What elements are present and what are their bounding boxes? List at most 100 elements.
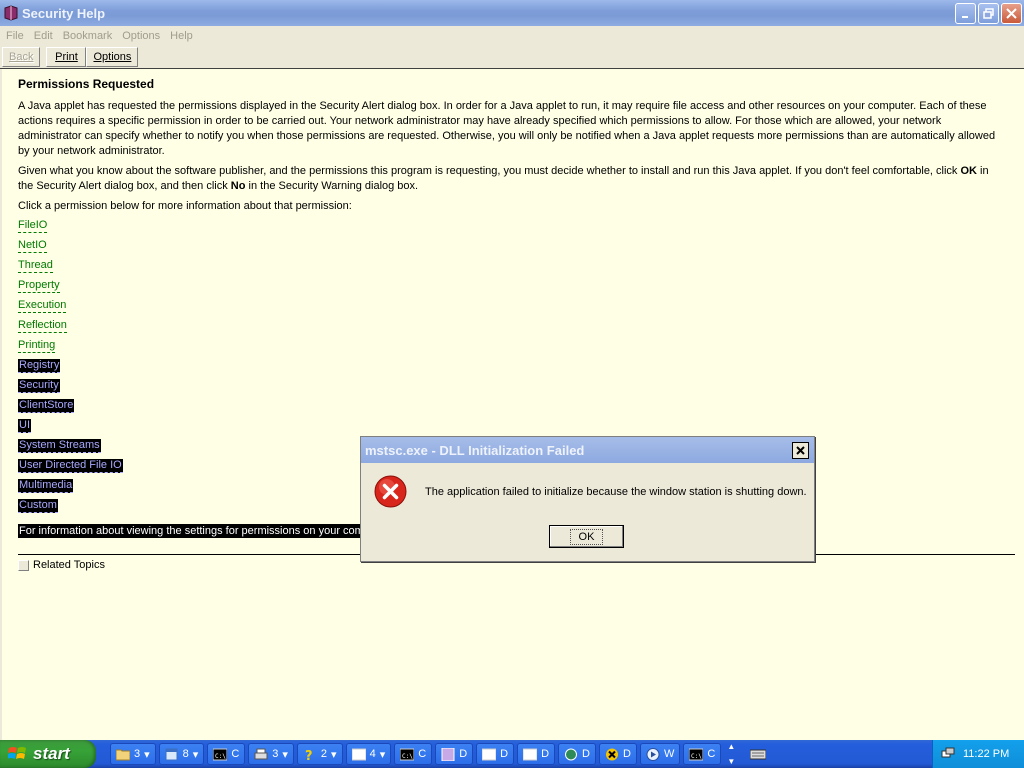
task-help[interactable]: ? 2 ▾ — [296, 743, 343, 765]
ok-emphasis: OK — [960, 165, 978, 177]
decision-text-3: in the Security Warning dialog box. — [245, 180, 419, 192]
decision-text-1: Given what you know about the software p… — [18, 165, 961, 177]
taskbar-scroll[interactable]: ▲ ▼ — [723, 742, 739, 766]
start-button[interactable]: start — [0, 740, 96, 768]
task-label: C — [418, 748, 427, 760]
link-clientstore[interactable]: ClientStore — [18, 399, 75, 413]
close-icon — [1006, 7, 1017, 19]
link-thread[interactable]: Thread — [18, 259, 53, 273]
link-security[interactable]: Security — [18, 379, 60, 393]
dialog-title: mstsc.exe - DLL Initialization Failed — [365, 442, 585, 458]
restore-button[interactable] — [978, 2, 999, 24]
svg-text:C:\: C:\ — [402, 753, 413, 760]
system-tray: 11:22 PM — [932, 740, 1024, 768]
task-ie[interactable]: 8 ▾ — [158, 743, 205, 765]
folder-icon — [116, 749, 130, 760]
scroll-up-icon: ▲ — [727, 742, 736, 751]
task-printer[interactable]: 3 ▾ — [248, 743, 294, 765]
link-system-streams[interactable]: System Streams — [18, 439, 101, 453]
back-button[interactable]: Back — [2, 46, 41, 67]
dialog-close-button[interactable] — [792, 441, 809, 459]
task-window[interactable]: D — [476, 743, 515, 765]
task-arrow-icon: ▾ — [192, 748, 199, 761]
link-property[interactable]: Property — [18, 279, 60, 293]
app-icon — [441, 747, 455, 761]
instruction-paragraph: Click a permission below for more inform… — [18, 200, 352, 212]
task-arrow-icon: ▾ — [331, 748, 337, 761]
task-x-app[interactable]: D — [599, 743, 637, 765]
task-label: 8 — [182, 748, 189, 760]
cmd-icon: C:\ — [400, 748, 415, 760]
ok-button[interactable]: OK — [549, 525, 624, 548]
restore-icon — [983, 7, 994, 19]
window-icon — [482, 748, 497, 760]
windows-logo-icon — [8, 747, 26, 759]
task-label: C — [707, 748, 716, 760]
title-bar: Security Help — [0, 0, 1024, 26]
printer-icon — [254, 748, 268, 759]
task-label: D — [500, 748, 509, 760]
close-button[interactable] — [1001, 2, 1022, 24]
task-tool[interactable]: D — [558, 743, 596, 765]
decision-paragraph: Given what you know about the software p… — [18, 164, 998, 194]
task-label: 3 — [134, 748, 141, 760]
related-topics[interactable]: Related Topics — [18, 559, 105, 571]
link-multimedia[interactable]: Multimedia — [18, 479, 74, 493]
help-icon: ? — [305, 749, 313, 761]
link-fileio[interactable]: FileIO — [18, 219, 48, 233]
task-window[interactable]: D — [517, 743, 556, 765]
link-registry[interactable]: Registry — [18, 359, 61, 373]
dialog-message: The application failed to initialize bec… — [425, 486, 807, 498]
menu-file[interactable]: File — [1, 30, 29, 42]
task-arrow-icon: ▾ — [144, 748, 150, 761]
cmd-icon: C:\ — [689, 748, 704, 760]
link-ui[interactable]: UI — [18, 419, 31, 433]
clock[interactable]: 11:22 PM — [963, 748, 1009, 760]
svg-text:C:\: C:\ — [215, 753, 226, 760]
back-label: Back — [9, 50, 34, 63]
minimize-icon — [962, 15, 968, 18]
link-user-directed-file-io[interactable]: User Directed File IO — [18, 459, 123, 473]
task-app[interactable]: D — [435, 743, 474, 765]
media-icon — [646, 747, 660, 761]
task-media[interactable]: W — [639, 743, 681, 765]
menu-help[interactable]: Help — [165, 30, 198, 42]
task-label: W — [663, 748, 675, 760]
options-label: Options — [93, 50, 132, 63]
menu-edit[interactable]: Edit — [29, 30, 58, 42]
help-content: Permissions Requested A Java applet has … — [0, 69, 1024, 740]
task-label: C — [231, 748, 240, 760]
error-icon — [374, 475, 407, 508]
task-cmd[interactable]: C:\ C — [207, 743, 246, 765]
related-topics-label: Related Topics — [33, 559, 105, 571]
menu-bookmark[interactable]: Bookmark — [58, 30, 118, 42]
task-label: D — [582, 748, 590, 760]
toolbar: Back Print Options — [0, 45, 1024, 69]
link-printing[interactable]: Printing — [18, 339, 56, 353]
intro-paragraph: A Java applet has requested the permissi… — [18, 100, 996, 157]
task-cmd[interactable]: C:\ C — [683, 743, 722, 765]
window-title: Security Help — [22, 5, 106, 21]
link-custom[interactable]: Custom — [18, 499, 58, 513]
keyboard-icon — [750, 749, 767, 760]
menu-options[interactable]: Options — [117, 30, 165, 42]
close-icon — [796, 445, 805, 455]
task-folder[interactable]: 3 ▾ — [110, 743, 156, 765]
link-execution[interactable]: Execution — [18, 299, 67, 313]
minimize-button[interactable] — [955, 2, 976, 24]
page-title: Permissions Requested — [18, 77, 155, 91]
taskbar: start 3 ▾ 8 ▾ C:\ C 3 ▾ ? 2 ▾ 4 ▾ C:\ C D D D D … — [0, 740, 1024, 768]
options-button[interactable]: Options — [86, 46, 139, 67]
network-icon[interactable] — [941, 747, 955, 761]
print-button[interactable]: Print — [46, 46, 87, 67]
window-icon — [523, 748, 538, 760]
menu-bar: File Edit Bookmark Options Help — [0, 26, 1024, 45]
x-app-icon — [606, 748, 618, 760]
task-window[interactable]: 4 ▾ — [345, 743, 392, 765]
keyboard-button[interactable] — [747, 743, 769, 765]
link-reflection[interactable]: Reflection — [18, 319, 67, 333]
dialog-title-bar: mstsc.exe - DLL Initialization Failed — [361, 437, 814, 463]
link-netio[interactable]: NetIO — [18, 239, 47, 253]
task-cmd[interactable]: C:\ C — [394, 743, 433, 765]
info-line: For information about viewing the settin… — [18, 524, 378, 538]
